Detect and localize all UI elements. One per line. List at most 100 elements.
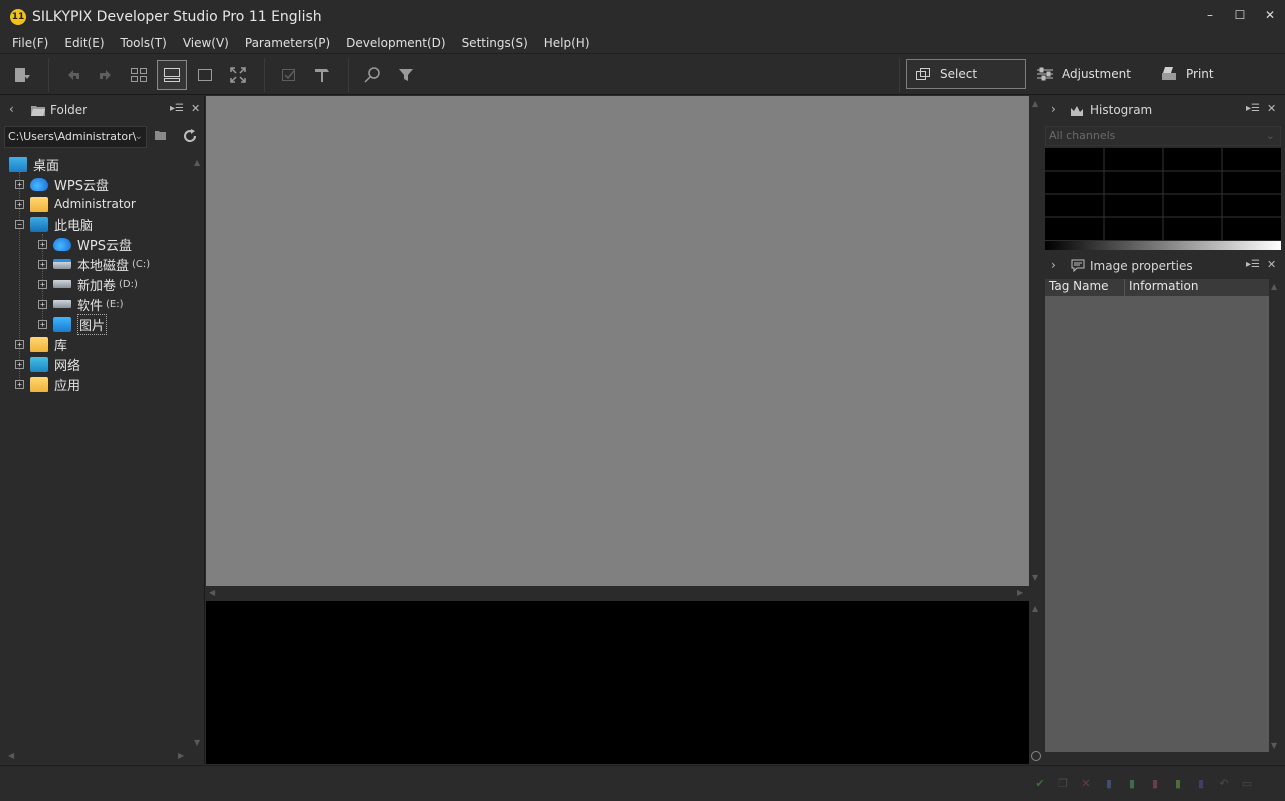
scroll-down-arrow-icon[interactable]: ▼ [194,738,200,747]
tree-item-desktop[interactable]: 桌面 [9,154,59,174]
scroll-right-arrow-icon[interactable]: ▶ [1017,588,1023,597]
collapse-chevron-left-icon[interactable]: ‹ [9,102,14,116]
tag-red-icon[interactable]: ▮ [1149,777,1161,790]
tree-item-network[interactable]: + 网络 [15,354,80,374]
undo-icon[interactable]: ↶ [1218,777,1230,790]
grid-view-icon[interactable] [126,63,152,87]
toolbar-separator [899,58,900,92]
library-folder-icon [30,336,48,352]
scroll-up-arrow-icon[interactable]: ▲ [194,158,200,167]
cloud-icon [53,237,71,251]
open-file-icon[interactable] [9,63,35,87]
menu-help[interactable]: Help(H) [536,36,598,50]
develop-hammer-icon[interactable] [309,63,335,87]
tree-item-label: 应用 [54,378,81,394]
pictures-icon [53,316,71,332]
expand-chevron-right-icon[interactable]: › [1051,102,1056,116]
tree-item-drive-c[interactable]: + 本地磁盘 (C:) [38,254,150,274]
tree-item-administrator[interactable]: + Administrator [15,194,136,214]
back-arrow-icon[interactable] [60,63,86,87]
tag-blue-icon[interactable]: ▮ [1103,777,1115,790]
expand-plus-icon[interactable]: + [38,279,47,289]
menu-edit[interactable]: Edit(E) [56,36,112,50]
column-header-tag-name[interactable]: Tag Name [1045,279,1125,296]
preview-horizontal-scrollbar[interactable]: ◀ ▶ [206,586,1029,600]
tree-item-library[interactable]: + 库 [15,334,67,354]
expand-plus-icon[interactable]: + [38,259,47,269]
menu-settings[interactable]: Settings(S) [454,36,536,50]
expand-plus-icon[interactable]: + [15,379,24,389]
expand-plus-icon[interactable]: + [15,179,24,189]
panel-close-icon[interactable]: ✕ [1267,258,1276,271]
zoom-toggle-icon[interactable] [1031,751,1041,761]
tree-item-pictures[interactable]: + 图片 [38,313,108,335]
tree-item-this-pc[interactable]: − 此电脑 [15,214,93,234]
tree-item-wps-cloud[interactable]: + WPS云盘 [15,174,109,194]
tree-item-drive-e[interactable]: + 软件 (E:) [38,294,124,314]
column-header-information[interactable]: Information [1125,279,1198,296]
adjustment-mode-button[interactable]: Adjustment [1036,59,1146,89]
expand-plus-icon[interactable]: + [15,359,24,369]
tree-item-label: 软件 [77,298,104,314]
export-icon[interactable]: ▭ [1241,777,1253,790]
tag-green-icon[interactable]: ▮ [1126,777,1138,790]
folder-path-combobox[interactable]: C:\Users\Administrator\ ⌄ [4,126,147,148]
scroll-down-arrow-icon[interactable]: ▼ [1032,573,1038,582]
expand-plus-icon[interactable]: + [15,199,24,209]
image-preview-area[interactable] [206,96,1029,586]
menu-view[interactable]: View(V) [175,36,237,50]
tag-purple-icon[interactable]: ▮ [1195,777,1207,790]
copy-icon[interactable]: ❐ [1057,777,1069,790]
scroll-left-arrow-icon[interactable]: ◀ [8,751,14,760]
scroll-left-arrow-icon[interactable]: ◀ [209,588,215,597]
maximize-button[interactable]: ☐ [1225,0,1255,30]
scroll-up-arrow-icon[interactable]: ▲ [1032,604,1038,613]
panel-menu-icon[interactable]: ▸☰ [1246,259,1260,270]
collapse-minus-icon[interactable]: − [15,219,24,229]
expand-chevron-right-icon[interactable]: › [1051,258,1056,272]
tree-item-apps[interactable]: + 应用 [15,374,80,394]
tree-item-label: 库 [54,338,68,354]
preview-vertical-scrollbar[interactable]: ▲ ▼ [1029,96,1043,586]
select-mode-button[interactable]: Select [906,59,1026,89]
delete-x-icon[interactable]: ✕ [1080,777,1092,790]
menu-development[interactable]: Development(D) [338,36,453,50]
scroll-down-arrow-icon[interactable]: ▼ [1271,741,1277,750]
menu-file[interactable]: File(F) [4,36,56,50]
desktop-icon [9,156,27,172]
preview-thumbnail-view-icon[interactable] [157,60,187,90]
scroll-right-arrow-icon[interactable]: ▶ [178,751,184,760]
panel-menu-icon[interactable]: ▸☰ [170,103,184,114]
filter-funnel-icon[interactable] [393,63,419,87]
thumbnail-vertical-scrollbar[interactable]: ▲ [1029,601,1043,764]
menu-tools[interactable]: Tools(T) [113,36,175,50]
histogram-tone-gradient [1045,241,1281,250]
fullscreen-icon[interactable] [225,63,251,87]
expand-plus-icon[interactable]: + [38,319,47,329]
panel-close-icon[interactable]: ✕ [191,102,200,115]
check-mark-icon[interactable] [276,63,302,87]
check-icon[interactable]: ✔ [1034,777,1046,790]
menu-parameters[interactable]: Parameters(P) [237,36,338,50]
forward-arrow-icon[interactable] [93,63,119,87]
zoom-search-icon[interactable] [360,63,386,87]
thumbnail-strip[interactable] [206,601,1029,764]
single-view-icon[interactable] [192,63,218,87]
expand-plus-icon[interactable]: + [38,239,47,249]
scroll-up-arrow-icon[interactable]: ▲ [1271,282,1277,291]
tree-item-drive-d[interactable]: + 新加卷 (D:) [38,274,138,294]
tree-item-wps-cloud-pc[interactable]: + WPS云盘 [38,234,132,254]
panel-menu-icon[interactable]: ▸☰ [1246,103,1260,114]
browse-folder-icon[interactable] [154,129,168,143]
histogram-channel-select[interactable]: All channels ⌄ [1045,126,1281,146]
expand-plus-icon[interactable]: + [15,339,24,349]
minimize-button[interactable]: – [1195,0,1225,30]
expand-plus-icon[interactable]: + [38,299,47,309]
properties-vertical-scrollbar[interactable]: ▲ ▼ [1269,279,1281,752]
tag-yellow-icon[interactable]: ▮ [1172,777,1184,790]
panel-close-icon[interactable]: ✕ [1267,102,1276,115]
close-button[interactable]: ✕ [1255,0,1285,30]
scroll-up-arrow-icon[interactable]: ▲ [1032,99,1038,108]
refresh-icon[interactable] [182,128,198,144]
print-mode-button[interactable]: Print [1160,59,1250,89]
